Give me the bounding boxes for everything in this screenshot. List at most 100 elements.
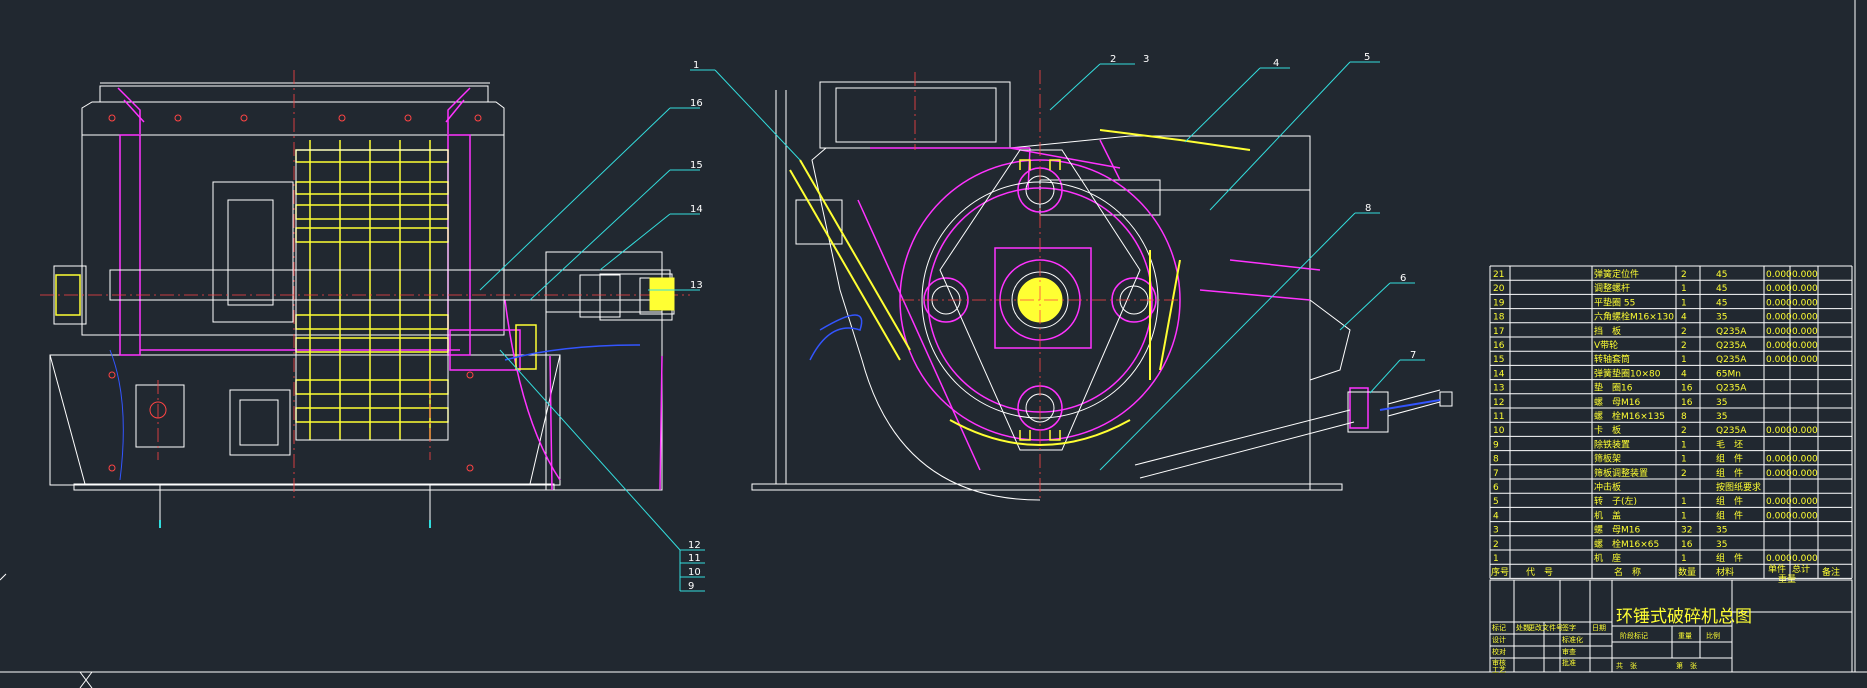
bom-row-no: 13 [1493,384,1504,394]
bom-row-material: 组 件 [1716,552,1743,564]
bom-row-total-weight: 0.000 [1792,511,1818,521]
bom-row-no: 17 [1493,327,1504,337]
bom-row-no: 9 [1493,440,1499,450]
tb-approve: 批准 [1562,658,1576,667]
bom-row-unit-weight: 0.000 [1766,426,1792,436]
bom-row-material: 组 件 [1716,509,1743,521]
tb-sheet-total: 共 张 [1616,661,1637,670]
bom-row-name: 冲击板 [1594,481,1621,493]
callout-16: 16 [690,98,703,109]
bom-row-name: 机 座 [1594,552,1621,564]
front-view [751,70,1453,501]
bom-header-code: 代 号 [1526,567,1553,578]
callout-5: 5 [1364,52,1370,63]
bom-row-qty: 1 [1681,298,1687,308]
bom-row-name: 除铁装置 [1594,438,1630,450]
bom-header-weight: 重量 [1778,573,1796,585]
bom-row-total-weight: 0.000 [1792,426,1818,436]
bom-row-unit-weight: 0.000 [1766,497,1792,507]
bom-row-no: 14 [1493,369,1505,379]
bom-header-name: 名 称 [1614,566,1641,578]
bom-row-material: Q235A [1716,327,1747,337]
bom-row-total-weight: 0.000 [1792,469,1818,479]
bom-row-material: Q235A [1716,341,1747,351]
bom-row-name: 挡 板 [1594,325,1621,337]
bom-row-material: 35 [1716,540,1727,550]
bom-row-qty: 16 [1681,540,1693,550]
bom-header-material: 材料 [1716,566,1734,578]
bom-row-qty: 16 [1681,384,1693,394]
bom-row-name: 机 盖 [1594,509,1621,521]
tb-scale: 比例 [1706,631,1720,640]
bom-header-total: 总计 [1792,563,1810,575]
bom-row-qty: 32 [1681,526,1692,536]
bom-row-name: 调整螺杆 [1594,282,1630,294]
bom-header-qty: 数量 [1678,566,1696,578]
bom-row-name: 螺 母M16 [1594,525,1640,536]
bom-row-unit-weight: 0.000 [1766,327,1792,337]
bom-row-material: 65Mn [1716,369,1741,379]
bom-row-no: 11 [1493,412,1504,422]
callout-4: 4 [1273,58,1279,69]
bom-row-no: 2 [1493,540,1499,550]
bom-row-material: 毛 坯 [1716,438,1743,450]
bom-row-unit-weight: 0.000 [1766,469,1792,479]
bom-row-name: 螺 栓M16×135 [1594,410,1665,422]
bom-row-qty: 16 [1681,398,1693,408]
bom-row-total-weight: 0.000 [1792,455,1818,465]
bom-row-unit-weight: 0.000 [1766,341,1792,351]
bom-row-no: 18 [1493,313,1505,323]
bom-row-unit-weight: 0.000 [1766,313,1792,323]
bill-of-materials-table: 21 弹簧定位件 2 45 0.000 0.00020 调整螺杆 1 45 0.000 0.0001… [1489,265,1853,585]
bom-row-material: 按图纸要求 [1716,481,1761,493]
bom-row-name: 筛板架 [1594,453,1621,465]
tb-change-doc: 更改文件号 [1528,623,1563,632]
tb-audit: 审查 [1562,647,1576,656]
tb-process: 工艺 [1492,666,1506,674]
bom-row-material: 35 [1716,398,1727,408]
bom-row-material: 35 [1716,412,1727,422]
bom-row-unit-weight: 0.000 [1766,355,1792,365]
callout-9: 9 [688,581,694,592]
bom-row-no: 12 [1493,398,1504,408]
tb-design: 设计 [1492,635,1506,644]
bom-row-no: 19 [1493,298,1505,308]
bom-row-qty: 8 [1681,412,1687,422]
bom-row-name: 螺 栓M16×65 [1594,538,1659,550]
tb-check: 校对 [1492,647,1506,656]
bom-row-qty: 4 [1681,313,1687,323]
bom-row-name: 平垫圈 55 [1594,296,1635,308]
bom-row-material: Q235A [1716,355,1747,365]
bom-row-unit-weight: 0.000 [1766,554,1792,564]
bom-row-no: 4 [1493,511,1499,521]
bom-row-no: 10 [1493,426,1505,436]
callout-7: 7 [1410,350,1416,361]
bom-row-no: 21 [1493,270,1504,280]
bom-row-no: 20 [1493,284,1505,294]
tb-stage: 阶段标记 [1620,631,1648,640]
bom-row-qty: 2 [1681,341,1687,351]
callout-numbers: 16 15 14 13 12 11 10 9 1 2 3 4 5 8 6 7 [688,52,1416,592]
bom-row-total-weight: 0.000 [1792,270,1818,280]
tb-mark: 标记 [1492,623,1506,632]
callout-11: 11 [688,553,701,564]
bom-row-name: 弹簧垫圈10×80 [1594,367,1661,379]
bom-row-qty: 1 [1681,440,1687,450]
side-view [40,70,690,528]
bom-row-qty: 2 [1681,327,1687,337]
bom-header-no: 序号 [1491,566,1509,578]
bom-row-no: 8 [1493,455,1499,465]
bom-row-total-weight: 0.000 [1792,341,1818,351]
tb-sheet-num: 第 张 [1676,661,1697,670]
bom-row-material: 45 [1716,284,1727,294]
bom-row-name: 弹簧定位件 [1594,268,1639,280]
bom-row-material: 45 [1716,298,1727,308]
bom-row-total-weight: 0.000 [1792,298,1818,308]
callout-15: 15 [690,160,703,171]
bom-row-qty: 1 [1681,497,1687,507]
tb-weight: 重量 [1678,632,1692,640]
title-block-labels: 标记 处数 更改文件号 签字 日期 设计 校对 审核 工艺 标准化 审查 批准 … [1492,623,1720,674]
bom-row-total-weight: 0.000 [1792,554,1818,564]
bom-row-name: 转轴套筒 [1594,353,1630,365]
bom-row-no: 1 [1493,554,1499,564]
